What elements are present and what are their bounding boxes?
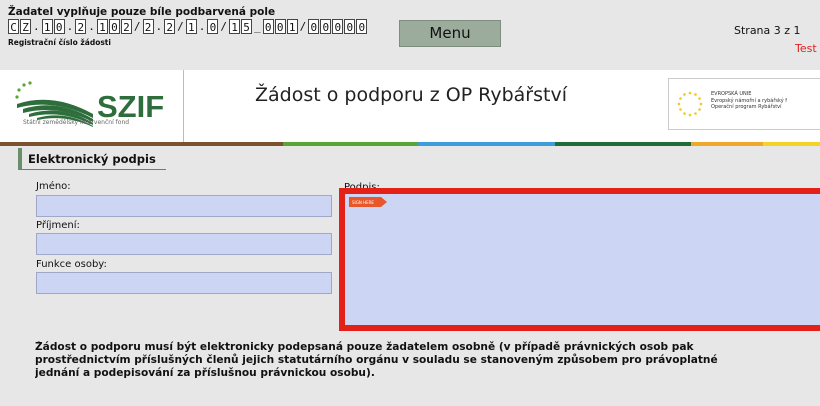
page-indicator: Strana 3 z 1 xyxy=(734,24,801,37)
szif-logo-graphic: SZIF xyxy=(15,81,164,127)
registration-char-box: 1 xyxy=(41,19,53,34)
eu-star-icon xyxy=(688,113,692,117)
branding-header: SZIF Státní zemědělský intervenční fond … xyxy=(0,70,820,142)
registration-char-box: 1 xyxy=(185,19,197,34)
registration-char-box: 0 xyxy=(274,19,286,34)
registration-char-box: 0 xyxy=(207,19,219,34)
registration-char-box: 0 xyxy=(108,19,120,34)
brand-color-stripe xyxy=(0,142,820,146)
registration-char-box: 5 xyxy=(241,19,252,34)
eu-star-icon xyxy=(683,93,686,96)
eu-text-line: Operační program Rybářství xyxy=(711,104,782,110)
registration-number-field: C Z. 1 0. 2. 1 0 2/2. 2/1. 0/1 5 _ 0 0 1/0 0 0 0 0 xyxy=(8,19,368,34)
eu-star-icon xyxy=(694,112,697,115)
registration-char-box: 0 xyxy=(320,19,332,34)
registration-char-box: Z xyxy=(20,19,31,34)
last-name-label: Příjmení: xyxy=(36,220,80,231)
sign-here-flag-icon: SIGN HERE xyxy=(349,197,387,207)
notice-line: prostřednictvím příslušných členů jejich… xyxy=(35,354,718,366)
registration-char-box: 1 xyxy=(286,19,298,34)
registration-separator: . xyxy=(198,20,206,33)
registration-char-box: 2 xyxy=(75,19,87,34)
page-title: Žádost o podporu z OP Rybářství xyxy=(255,84,567,106)
color-stripe-segment xyxy=(418,142,555,146)
registration-separator: / xyxy=(220,20,227,33)
test-label: Test xyxy=(795,42,817,55)
role-label: Funkce osoby: xyxy=(36,259,107,270)
color-stripe-segment xyxy=(555,142,691,146)
registration-separator: . xyxy=(88,20,95,33)
color-stripe-segment xyxy=(283,142,418,146)
eu-star-icon xyxy=(679,97,682,100)
registration-char-box: 0 xyxy=(332,19,344,34)
section-title: Elektronický podpis xyxy=(18,148,166,170)
registration-separator: . xyxy=(66,20,74,33)
registration-char-box: 1 xyxy=(96,19,108,34)
eu-star-icon xyxy=(698,97,701,100)
registration-char-box: 1 xyxy=(229,19,240,34)
registration-char-box: 2 xyxy=(164,19,176,34)
registration-separator: / xyxy=(299,20,307,33)
signature-field[interactable]: SIGN HERE xyxy=(339,188,820,331)
registration-separator: _ xyxy=(254,20,261,33)
registration-char-box: 2 xyxy=(142,19,154,34)
notice-line: Žádost o podporu musí být elektronicky p… xyxy=(35,341,694,353)
eu-star-icon xyxy=(688,91,692,95)
registration-char-box: 0 xyxy=(344,19,356,34)
szif-caption: Státní zemědělský intervenční fond xyxy=(23,119,130,126)
sign-here-text: SIGN HERE xyxy=(352,200,374,205)
first-name-label: Jméno: xyxy=(36,181,71,192)
registration-char-box: 0 xyxy=(262,19,274,34)
notice-line: jednání a podepisování za příslušnou prá… xyxy=(35,367,375,379)
form-header-strip: Žadatel vyplňuje pouze bíle podbarvená p… xyxy=(0,0,820,70)
registration-separator: / xyxy=(133,20,141,33)
eu-text: EVROPSKÁ UNIE Evropský námořní a rybářsk… xyxy=(711,91,787,111)
fill-instruction: Žadatel vyplňuje pouze bíle podbarvená p… xyxy=(8,6,276,18)
registration-separator: . xyxy=(155,20,163,33)
eu-star-icon xyxy=(679,108,682,111)
color-stripe-segment xyxy=(0,142,283,146)
last-name-input[interactable] xyxy=(36,233,332,255)
header-divider xyxy=(183,70,184,142)
registration-char-box: 0 xyxy=(308,19,320,34)
eu-logo: EVROPSKÁ UNIE Evropský námořní a rybářsk… xyxy=(668,78,820,130)
eu-star-icon xyxy=(694,93,697,96)
eu-flag-icon xyxy=(673,87,707,121)
registration-char-box: 2 xyxy=(120,19,132,34)
eu-star-icon xyxy=(698,108,701,111)
menu-button[interactable]: Menu xyxy=(399,20,501,47)
registration-number-label: Registrační číslo žádosti xyxy=(8,38,111,47)
registration-char-box: C xyxy=(8,19,19,34)
eu-star-icon xyxy=(699,102,703,106)
registration-separator: / xyxy=(177,20,184,33)
first-name-input[interactable] xyxy=(36,195,332,217)
szif-logo: SZIF xyxy=(13,78,178,136)
signature-notice: Žádost o podporu musí být elektronicky p… xyxy=(35,341,820,380)
registration-char-box: 0 xyxy=(356,19,368,34)
registration-separator: . xyxy=(33,20,40,33)
color-stripe-segment xyxy=(691,142,763,146)
eu-star-icon xyxy=(683,112,686,115)
eu-star-icon xyxy=(677,102,681,106)
color-stripe-segment xyxy=(763,142,820,146)
registration-char-box: 0 xyxy=(53,19,65,34)
role-input[interactable] xyxy=(36,272,332,294)
